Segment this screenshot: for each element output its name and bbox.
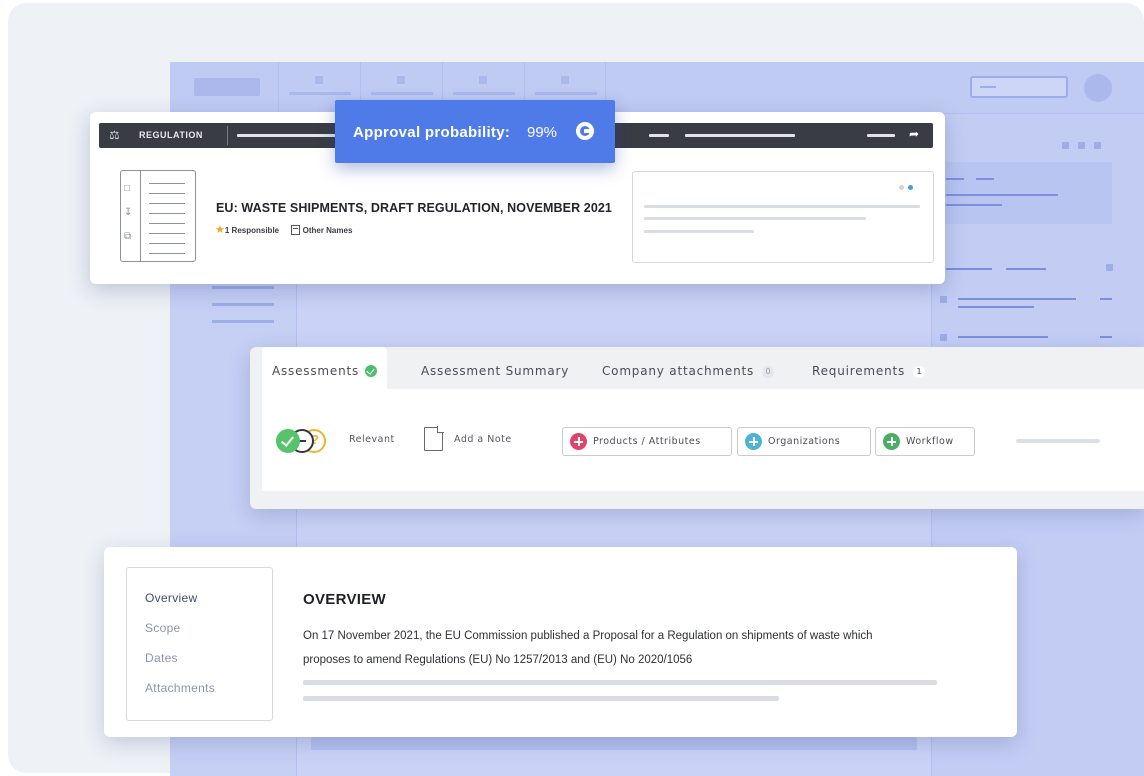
regulation-meta: ★1 Responsible Other Names [215,223,352,236]
other-names-icon [291,225,301,235]
scales-icon: ⚖ [109,128,120,142]
plus-icon [883,433,900,450]
header-placeholder-line [685,134,795,137]
assessment-panel: Assessments Assessment Summary Company a… [250,347,1144,509]
nav-item-dates[interactable]: Dates [145,651,178,665]
background-search-box [970,76,1068,98]
nav-item-attachments[interactable]: Attachments [145,681,215,695]
overview-heading: OVERVIEW [303,591,386,608]
preview-panel [632,171,934,263]
nav-item-overview[interactable]: Overview [145,591,197,605]
header-placeholder-line [867,134,895,137]
products-attributes-button[interactable]: Products / Attributes [562,427,732,456]
overview-text: On 17 November 2021, the EU Commission p… [303,624,943,672]
document-thumbnail[interactable]: □ ↧ ⧉ [120,170,196,262]
tab-assessments-label: Assessments [272,364,360,378]
file-icon: □ [124,183,131,194]
copy-icon: ⧉ [124,231,132,242]
nav-item-scope[interactable]: Scope [145,621,181,635]
background-topbar [170,62,1144,114]
requirements-count-badge: 1 [913,366,926,378]
add-note-button[interactable]: Add a Note [454,434,512,445]
overview-text-line: On 17 November 2021, the EU Commission p… [303,630,873,642]
download-icon: ↧ [124,207,133,218]
placeholder-line [303,696,779,701]
tab-assessment-summary-label: Assessment Summary [421,364,570,378]
attachments-count-badge: 0 [762,366,775,378]
relevant-status-icon[interactable] [276,429,300,453]
share-icon[interactable]: ➦ [909,127,919,141]
other-names-link[interactable]: Other Names [303,226,353,235]
assessment-tabs: Assessments Assessment Summary Company a… [250,347,1144,389]
tab-requirements[interactable]: Requirements 1 [812,347,926,389]
background-logo [194,78,260,96]
check-icon [365,365,378,377]
regulation-title: EU: WASTE SHIPMENTS, DRAFT REGULATION, N… [216,201,612,215]
assessment-body: Relevant Add a Note Products / Attribute… [262,389,1144,491]
overview-text-line: proposes to amend Regulations (EU) No 12… [303,654,693,666]
plus-icon [570,433,587,450]
plus-icon [745,433,762,450]
relevance-status-label: Relevant [349,434,395,445]
approval-value: 99% [527,124,558,141]
background-avatar [1084,74,1112,102]
responsible-count[interactable]: 1 Responsible [225,226,279,235]
tab-assessment-summary[interactable]: Assessment Summary [421,347,569,389]
header-divider [227,126,228,145]
tab-company-attachments[interactable]: Company attachments 0 [602,347,775,389]
overview-side-nav: Overview Scope Dates Attachments [126,567,273,721]
workflow-button[interactable]: Workflow [875,427,975,456]
placeholder-line [1016,439,1100,443]
relevance-status-selector[interactable] [276,429,336,453]
regulation-category-label: REGULATION [139,130,203,140]
star-icon: ★ [215,224,225,236]
overview-card: Overview Scope Dates Attachments OVERVIE… [104,547,1017,737]
approval-probability-badge: Approval probability: 99% [335,100,615,163]
organizations-button[interactable]: Organizations [737,427,871,456]
placeholder-line [303,680,937,685]
organizations-label: Organizations [768,436,841,447]
workflow-label: Workflow [906,436,954,447]
tab-assessments[interactable]: Assessments [262,347,388,389]
tab-requirements-label: Requirements [812,364,906,378]
header-placeholder-line [237,134,337,137]
header-placeholder-line [649,134,669,137]
note-icon[interactable] [424,426,444,451]
progress-ring-icon [576,122,594,140]
products-attributes-label: Products / Attributes [593,436,701,447]
approval-label: Approval probability: [353,124,511,141]
tab-company-attachments-label: Company attachments [602,364,755,378]
